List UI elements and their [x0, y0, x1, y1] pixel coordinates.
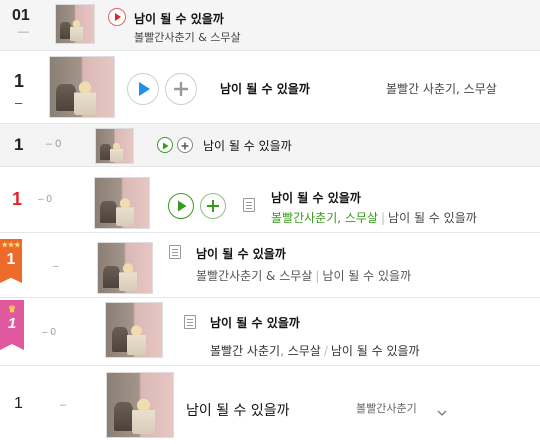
chart-row-3[interactable]: 1 – 0 남이 될 수 있을까 [0, 124, 540, 166]
lyrics-icon[interactable] [243, 198, 255, 212]
rank-change: – 0 [42, 327, 56, 338]
artist-info: 볼빨간사춘기 & 스무살 | 남이 될 수 있을까 [196, 269, 412, 283]
chevron-down-icon[interactable] [437, 402, 447, 416]
artist-name[interactable]: 볼빨간사춘기 & 스무살 [196, 269, 312, 283]
chart-row-1[interactable]: 01 — 남이 될 수 있을까 볼빨간사춘기 & 스무살 [0, 0, 540, 50]
chart-row-5[interactable]: ★★★ 1 – 남이 될 수 있을까 볼빨간사춘기 & 스무살 | 남이 될 수 있… [0, 233, 540, 297]
add-icon[interactable] [200, 193, 226, 219]
rank-number: 1 [12, 189, 23, 209]
add-icon[interactable] [177, 137, 193, 153]
rank-number: 1 [6, 251, 16, 268]
rank-change: – [53, 261, 59, 272]
album-thumbnail[interactable] [49, 56, 115, 118]
rank-change: – [60, 399, 67, 411]
artist-name[interactable]: 볼빨간 사춘기, 스무살 [386, 80, 497, 97]
album-name[interactable]: 남이 될 수 있을까 [388, 211, 477, 225]
rank-number: 1 [14, 135, 24, 154]
three-stars-icon: ★★★ [1, 242, 21, 249]
song-title[interactable]: 남이 될 수 있을까 [220, 80, 310, 97]
play-icon[interactable] [157, 137, 173, 153]
artist-name[interactable]: 볼빨간사춘기, 스무살 [271, 211, 378, 225]
crown-icon: ♛ [7, 304, 17, 314]
artist-info: 볼빨간사춘기, 스무살 | 남이 될 수 있을까 [271, 211, 477, 225]
rank-number: 1 [7, 315, 17, 332]
play-icon[interactable] [127, 73, 159, 105]
artist-info: 볼빨간 사춘기, 스무살 / 남이 될 수 있을까 [210, 344, 420, 358]
song-title[interactable]: 남이 될 수 있을까 [210, 314, 300, 331]
chart-row-7[interactable]: 1 – 남이 될 수 있을까 볼빨간사춘기 [0, 366, 540, 444]
artist-name[interactable]: 볼빨간사춘기 [356, 400, 417, 416]
song-title[interactable]: 남이 될 수 있을까 [186, 400, 290, 420]
artist-name-2[interactable]: 스무살 [288, 344, 321, 358]
rank-change: – [15, 95, 23, 110]
album-thumbnail[interactable] [94, 177, 150, 229]
rank-badge: ♛ 1 [0, 300, 24, 350]
rank-change: — [18, 26, 29, 38]
song-title[interactable]: 남이 될 수 있을까 [203, 137, 292, 154]
chart-row-2[interactable]: 1 – 남이 될 수 있을까 볼빨간 사춘기, 스무살 [0, 51, 540, 123]
rank-number: 01 [12, 7, 30, 24]
album-name[interactable]: 남이 될 수 있을까 [331, 344, 420, 358]
song-title[interactable]: 남이 될 수 있을까 [134, 10, 224, 27]
artist-name[interactable]: 볼빨간사춘기 & 스무살 [134, 29, 241, 45]
play-icon[interactable] [168, 193, 194, 219]
lyrics-icon[interactable] [169, 245, 181, 259]
album-thumbnail[interactable] [55, 4, 95, 44]
album-thumbnail[interactable] [106, 372, 174, 438]
album-thumbnail[interactable] [95, 128, 134, 164]
album-thumbnail[interactable] [97, 242, 153, 294]
chart-row-6[interactable]: ♛ 1 – 0 남이 될 수 있을까 볼빨간 사춘기, 스무살 / 남이 될 수 있… [0, 298, 540, 364]
rank-change: – 0 [46, 138, 62, 150]
lyrics-icon[interactable] [184, 315, 196, 329]
rank-badge: ★★★ 1 [0, 239, 22, 283]
add-icon[interactable] [165, 73, 197, 105]
chart-row-4[interactable]: 1 – 0 남이 될 수 있을까 볼빨간사춘기, 스무살 | 남이 될 수 있을까 [0, 167, 540, 231]
song-title[interactable]: 남이 될 수 있을까 [271, 189, 361, 206]
album-thumbnail[interactable] [105, 302, 163, 358]
play-icon[interactable] [108, 8, 126, 26]
song-title[interactable]: 남이 될 수 있을까 [196, 245, 286, 262]
rank-number: 1 [14, 395, 23, 412]
rank-change: – 0 [38, 194, 52, 205]
artist-name-1[interactable]: 볼빨간 사춘기 [210, 344, 280, 358]
album-name[interactable]: 남이 될 수 있을까 [322, 269, 411, 283]
rank-number: 1 [14, 71, 25, 91]
